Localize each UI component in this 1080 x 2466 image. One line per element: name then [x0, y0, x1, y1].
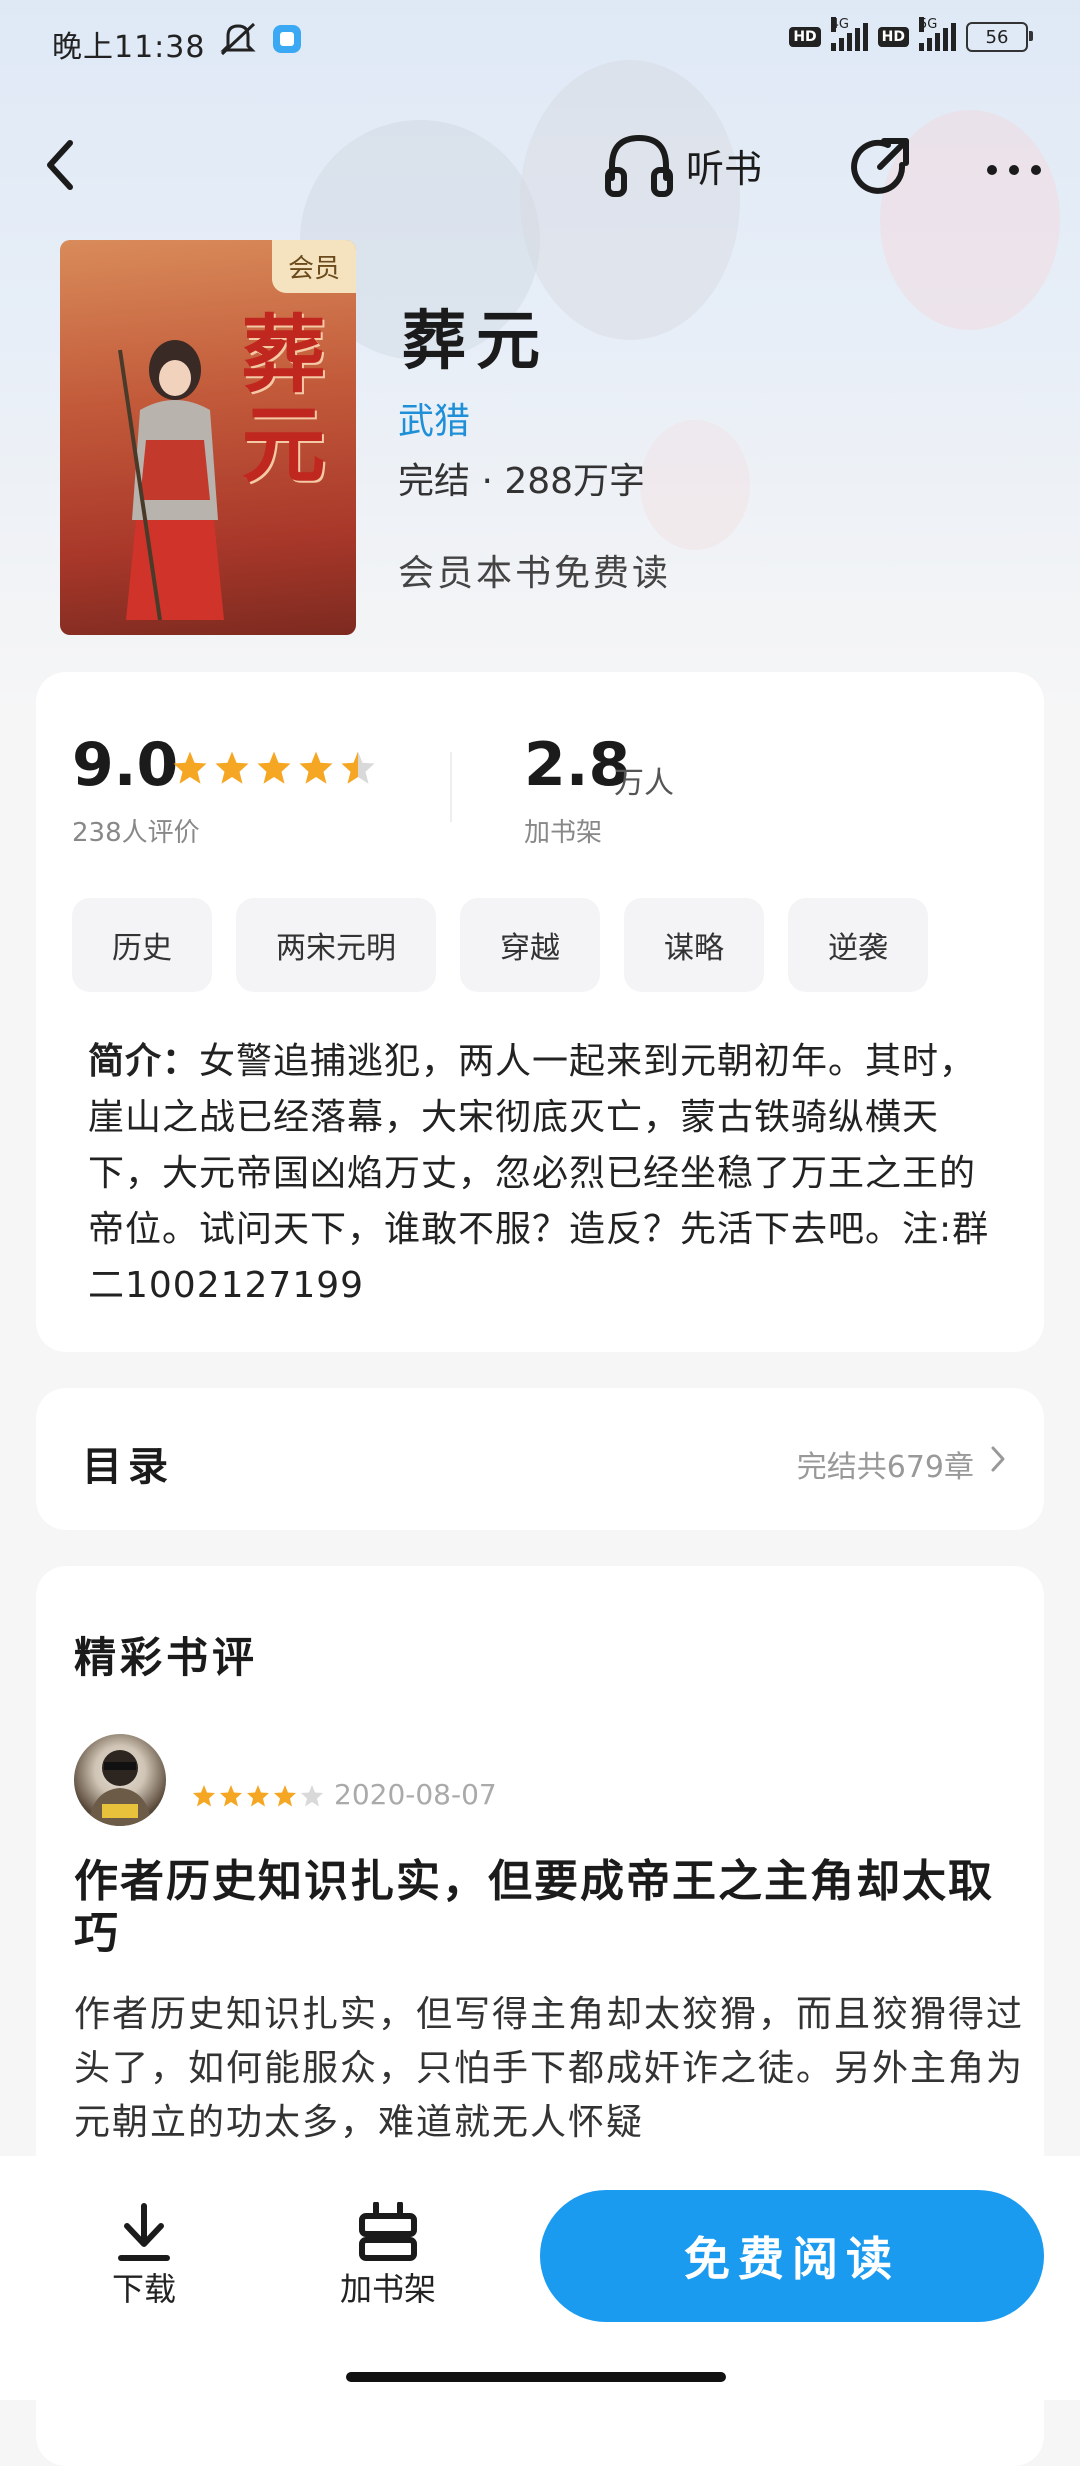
tag-chip[interactable]: 两宋元明	[236, 898, 436, 992]
more-options-icon[interactable]	[984, 160, 1044, 180]
shelf-count-unit: 万人	[614, 766, 674, 801]
signal-5g-icon: 5G	[919, 17, 956, 51]
shelf-label: 加书架	[524, 818, 603, 848]
intro-text: 女警追捕逃犯，两人一起来到元朝初年。其时，崖山之战已经落幕，大宋彻底灭亡，蒙古铁…	[88, 1041, 990, 1306]
star-icon	[193, 1785, 215, 1807]
star-icon	[274, 1785, 296, 1807]
bookshelf-icon	[359, 2202, 417, 2261]
battery-level: 56	[985, 26, 1009, 48]
hd-badge-1: HD	[789, 27, 821, 47]
rating-count[interactable]: 238人评价	[72, 812, 200, 849]
shelf-button-label: 加书架	[340, 2270, 437, 2308]
toc-label: 目录	[82, 1444, 174, 1490]
review-title[interactable]: 作者历史知识扎实，但要成帝王之主角却太取巧	[74, 1856, 1014, 1960]
star-icon	[341, 751, 375, 784]
listen-label: 听书	[686, 146, 763, 191]
table-of-contents-row[interactable]: 目录 完结共679章	[36, 1388, 1044, 1530]
hd-badge-2: HD	[877, 27, 909, 47]
book-status: 完结 · 288万字	[398, 461, 646, 502]
bottom-action-bar: 下载 加书架 免费阅读	[0, 2156, 1080, 2400]
vip-free-note: 会员本书免费读	[398, 553, 672, 594]
toc-chapter-count: 完结共679章	[796, 1450, 974, 1485]
tag-chip[interactable]: 穿越	[460, 898, 600, 992]
cover-title-art: 葬元	[228, 310, 326, 490]
star-icon	[215, 751, 249, 784]
intro-label: 简介：	[88, 1041, 200, 1082]
star-icon	[299, 751, 333, 784]
review-date: 2020-08-07	[334, 1778, 497, 1811]
download-icon	[118, 2203, 170, 2261]
battery-icon: 56	[966, 22, 1033, 52]
tag-chip[interactable]: 历史	[72, 898, 212, 992]
home-indicator[interactable]	[346, 2372, 726, 2382]
app-notification-icon	[273, 25, 301, 53]
avatar-image	[88, 1750, 152, 1826]
book-title: 葬元	[402, 305, 550, 379]
status-bar: 晚上11:38 HD 4G HD 5G 56	[0, 0, 1080, 90]
download-label: 下载	[112, 2270, 177, 2308]
star-icon	[247, 1785, 269, 1807]
star-icon	[257, 751, 291, 784]
reviewer-avatar[interactable]	[74, 1734, 166, 1826]
listen-button[interactable]: 听书	[604, 130, 762, 200]
review-body[interactable]: 作者历史知识扎实，但写得主角却太狡猾，而且狡猾得过头了，如何能服众，只怕手下都成…	[74, 1988, 1024, 2150]
add-to-shelf-button[interactable]: 加书架	[340, 2202, 436, 2310]
book-cover[interactable]: 葬元 会员	[60, 240, 356, 635]
chevron-right-icon	[991, 1446, 1005, 1472]
tag-chip[interactable]: 逆袭	[788, 898, 928, 992]
rating-score: 9.0	[72, 730, 179, 800]
star-icon	[220, 1785, 242, 1807]
tag-chip[interactable]: 谋略	[624, 898, 764, 992]
mute-icon	[220, 22, 256, 56]
free-read-button[interactable]: 免费阅读	[540, 2190, 1044, 2322]
tag-list: 历史 两宋元明 穿越 谋略 逆袭	[72, 898, 928, 992]
book-author-link[interactable]: 武猎	[398, 392, 470, 444]
book-intro[interactable]: 简介：女警追捕逃犯，两人一起来到元朝初年。其时，崖山之战已经落幕，大宋彻底灭亡，…	[88, 1034, 1008, 1314]
status-time: 晚上11:38	[52, 30, 206, 65]
book-info-card: 9.0 238人评价 2.8 万人 加书架 历史 两宋元明 穿越 谋略 逆袭 简…	[36, 672, 1044, 1352]
share-icon[interactable]	[848, 135, 914, 201]
headphones-icon	[605, 134, 673, 197]
reviews-section-title: 精彩书评	[74, 1633, 259, 1682]
back-icon[interactable]	[40, 135, 84, 195]
review-stars	[192, 1784, 324, 1808]
star-icon	[173, 751, 207, 784]
star-icon	[301, 1785, 323, 1807]
download-button[interactable]: 下载	[112, 2202, 176, 2310]
vip-tag: 会员	[271, 240, 356, 293]
rating-stars	[172, 750, 376, 786]
stats-divider	[450, 752, 452, 822]
signal-4g-icon: 4G	[830, 17, 868, 51]
